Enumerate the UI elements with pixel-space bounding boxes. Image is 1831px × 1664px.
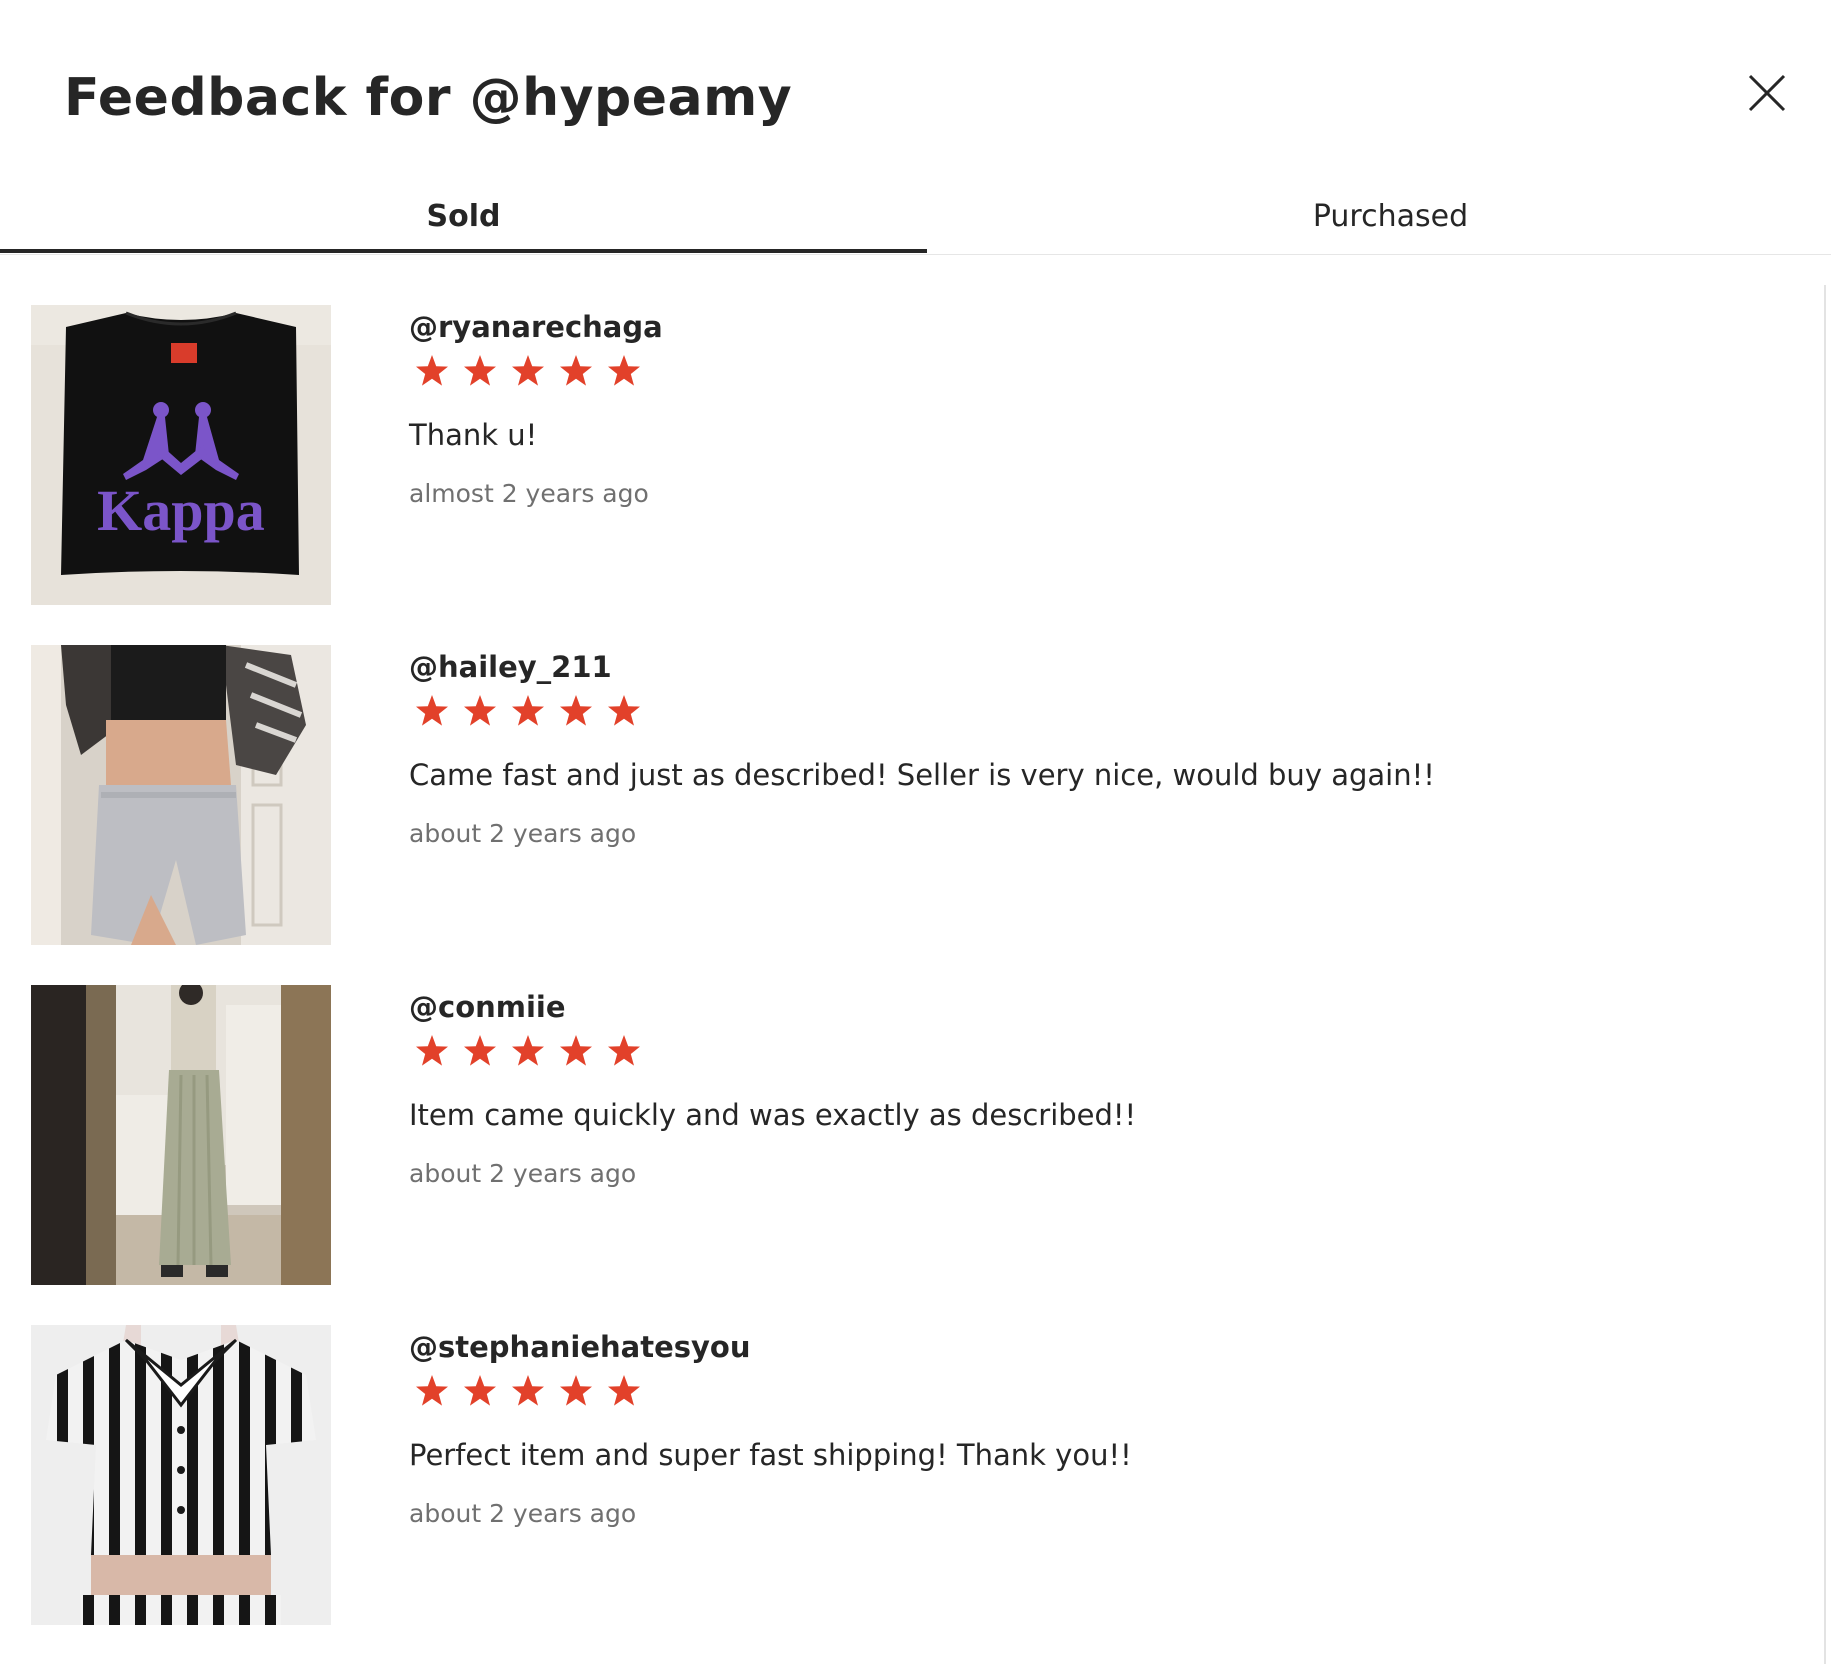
tab-purchased[interactable]: Purchased — [927, 190, 1831, 254]
feedback-list: Kappa @ryanarechaga Thank u! almost 2 ye… — [0, 255, 1825, 1664]
review-comment: Item came quickly and was exactly as des… — [409, 1098, 1137, 1132]
reviewer-username[interactable]: @conmiie — [409, 987, 566, 1027]
star-icon — [464, 695, 496, 726]
review-timestamp: almost 2 years ago — [409, 479, 649, 508]
close-button[interactable] — [1744, 70, 1790, 116]
review-timestamp: about 2 years ago — [409, 819, 637, 848]
review-comment: Thank u! — [409, 418, 538, 452]
feedback-item: @conmiie Item came quickly and was exact… — [0, 985, 1820, 1285]
star-icon — [464, 355, 496, 386]
star-icon — [512, 1375, 544, 1406]
feedback-modal: Feedback for @hypeamy Sold Purchased Kap… — [0, 0, 1831, 1664]
star-icon — [416, 1375, 448, 1406]
svg-text:Kappa: Kappa — [97, 478, 265, 543]
star-icon — [512, 695, 544, 726]
reviewer-username[interactable]: @stephaniehatesyou — [409, 1327, 751, 1367]
star-rating — [412, 1371, 652, 1411]
star-icon — [416, 355, 448, 386]
feedback-item: @hailey_211 Came fast and just as descri… — [0, 645, 1820, 945]
star-rating — [412, 1031, 652, 1071]
star-icon — [608, 695, 640, 726]
star-icon — [608, 355, 640, 386]
star-icon — [560, 1035, 592, 1066]
close-icon — [1748, 74, 1786, 112]
star-icon — [608, 1375, 640, 1406]
star-icon — [512, 355, 544, 386]
item-photo[interactable] — [31, 985, 331, 1285]
item-photo[interactable] — [31, 1325, 331, 1625]
star-icon — [416, 695, 448, 726]
modal-title: Feedback for @hypeamy — [64, 68, 793, 128]
reviewer-username[interactable]: @ryanarechaga — [409, 307, 663, 347]
review-comment: Perfect item and super fast shipping! Th… — [409, 1438, 1132, 1472]
star-rating — [412, 351, 652, 391]
review-comment: Came fast and just as described! Seller … — [409, 758, 1435, 792]
star-icon — [512, 1035, 544, 1066]
star-icon — [464, 1375, 496, 1406]
star-icon — [560, 695, 592, 726]
review-timestamp: about 2 years ago — [409, 1499, 637, 1528]
feedback-tabs: Sold Purchased — [0, 190, 1831, 255]
star-icon — [416, 1035, 448, 1066]
feedback-item: Kappa @ryanarechaga Thank u! almost 2 ye… — [0, 305, 1820, 605]
item-photo[interactable]: Kappa — [31, 305, 331, 605]
item-photo[interactable] — [31, 645, 331, 945]
star-icon — [464, 1035, 496, 1066]
feedback-item: @stephaniehatesyou Perfect item and supe… — [0, 1325, 1820, 1625]
star-rating — [412, 691, 652, 731]
reviewer-username[interactable]: @hailey_211 — [409, 647, 612, 687]
star-icon — [608, 1035, 640, 1066]
star-icon — [560, 1375, 592, 1406]
tab-sold[interactable]: Sold — [0, 190, 927, 253]
review-timestamp: about 2 years ago — [409, 1159, 637, 1188]
star-icon — [560, 355, 592, 386]
